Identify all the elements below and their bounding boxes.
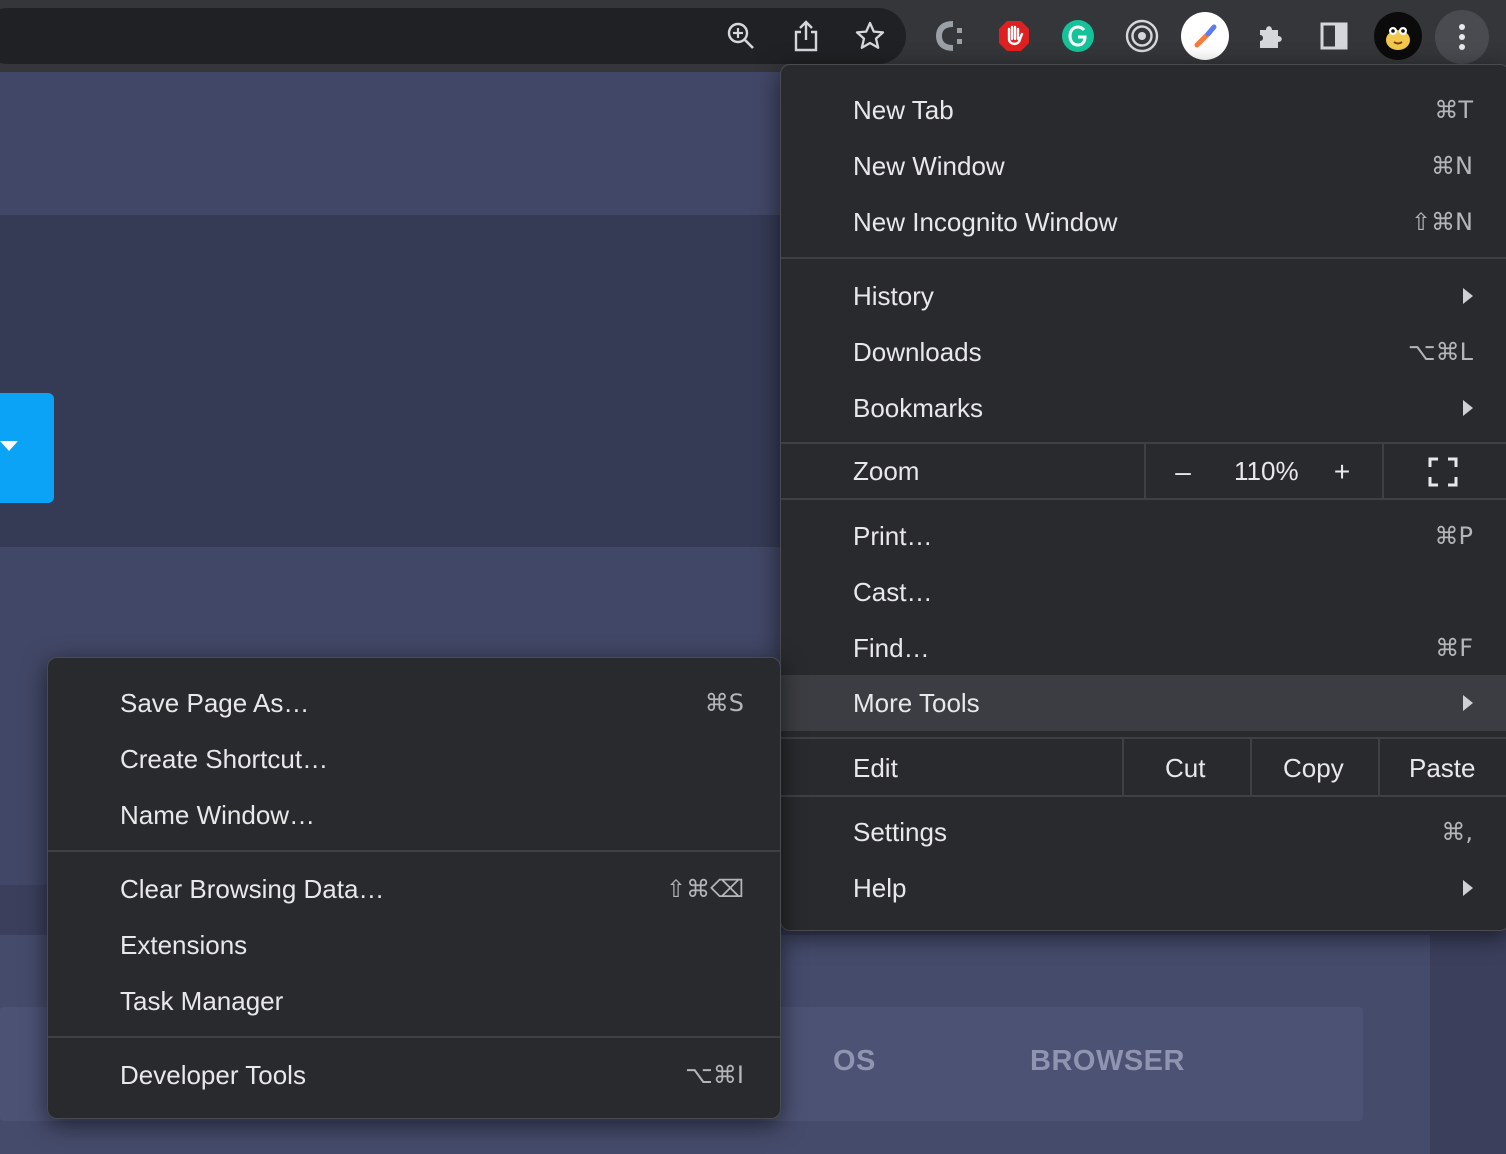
menu-item-label: Settings bbox=[853, 816, 947, 847]
menu-item-label: Name Window… bbox=[120, 799, 316, 830]
chevron-right-icon bbox=[1463, 400, 1473, 416]
menu-item-cast[interactable]: Cast… bbox=[781, 564, 1506, 620]
menu-item-new-incognito-window[interactable]: New Incognito Window ⇧⌘N bbox=[781, 194, 1506, 250]
menu-item-find[interactable]: Find… ⌘F bbox=[781, 620, 1506, 676]
menu-item-label: Help bbox=[853, 872, 907, 903]
zoom-row: Zoom – 110% + bbox=[781, 442, 1506, 500]
menu-item-create-shortcut[interactable]: Create Shortcut… bbox=[48, 731, 780, 787]
menu-item-extensions[interactable]: Extensions bbox=[48, 917, 780, 973]
menu-separator bbox=[48, 850, 780, 852]
page-header-panel bbox=[0, 72, 780, 215]
menu-item-label: Bookmarks bbox=[853, 392, 984, 423]
cut-button[interactable]: Cut bbox=[1165, 753, 1205, 784]
shortcut-label: ⌥⌘I bbox=[685, 1061, 744, 1089]
edit-label: Edit bbox=[853, 753, 898, 783]
menu-item-task-manager[interactable]: Task Manager bbox=[48, 973, 780, 1029]
menu-item-label: Save Page As… bbox=[120, 687, 310, 718]
browser-toolbar bbox=[0, 0, 1506, 72]
paste-button[interactable]: Paste bbox=[1409, 753, 1476, 784]
menu-separator bbox=[48, 1036, 780, 1038]
shortcut-label: ⌘T bbox=[1434, 96, 1473, 124]
color-picker-extension-icon[interactable] bbox=[1181, 12, 1229, 60]
kebab-menu-icon[interactable] bbox=[1435, 10, 1489, 64]
menu-item-more-tools[interactable]: More Tools bbox=[781, 675, 1506, 731]
menu-item-help[interactable]: Help bbox=[781, 860, 1506, 916]
shortcut-label: ⌘F bbox=[1435, 634, 1473, 662]
shortcut-label: ⌘P bbox=[1434, 522, 1473, 550]
zoom-in-icon[interactable] bbox=[719, 14, 763, 58]
menu-item-label: Find… bbox=[853, 632, 930, 663]
zoom-divider bbox=[1382, 444, 1384, 498]
menu-item-developer-tools[interactable]: Developer Tools ⌥⌘I bbox=[48, 1047, 780, 1103]
copy-button[interactable]: Copy bbox=[1283, 753, 1344, 784]
menu-item-label: Print… bbox=[853, 520, 933, 551]
zoom-label: Zoom bbox=[853, 456, 920, 486]
chrome-main-menu: New Tab ⌘T New Window ⌘N New Incognito Win… bbox=[780, 64, 1506, 931]
extensions-puzzle-icon[interactable] bbox=[1248, 14, 1292, 58]
more-tools-submenu: Save Page As… ⌘S Create Shortcut… Name Wi… bbox=[47, 657, 781, 1119]
menu-item-label: Clear Browsing Data… bbox=[120, 873, 385, 904]
copyleaks-extension-icon[interactable] bbox=[928, 14, 972, 58]
zoom-level-value: 110% bbox=[1234, 456, 1299, 486]
menu-item-save-page-as[interactable]: Save Page As… ⌘S bbox=[48, 675, 780, 731]
shortcut-label: ⌘, bbox=[1441, 818, 1473, 846]
menu-item-name-window[interactable]: Name Window… bbox=[48, 787, 780, 843]
edit-divider bbox=[1250, 739, 1252, 795]
edit-divider bbox=[1122, 739, 1124, 795]
shortcut-label: ⌥⌘L bbox=[1407, 338, 1473, 366]
fullscreen-icon[interactable] bbox=[1427, 456, 1459, 488]
menu-item-label: New Incognito Window bbox=[853, 206, 1118, 237]
profile-avatar-icon[interactable] bbox=[1374, 12, 1422, 60]
bookmark-star-icon[interactable] bbox=[848, 14, 892, 58]
edit-row: Edit Cut Copy Paste bbox=[781, 737, 1506, 797]
menu-item-label: New Window bbox=[853, 150, 1005, 181]
menu-item-bookmarks[interactable]: Bookmarks bbox=[781, 380, 1506, 436]
menu-item-label: History bbox=[853, 280, 934, 311]
side-panel-icon[interactable] bbox=[1312, 14, 1356, 58]
shortcut-label: ⌘S bbox=[704, 689, 744, 717]
edit-divider bbox=[1378, 739, 1380, 795]
menu-item-label: More Tools bbox=[853, 687, 980, 718]
zoom-divider bbox=[1144, 444, 1146, 498]
tab-os[interactable]: OS bbox=[833, 1045, 876, 1078]
zoom-in-button[interactable]: + bbox=[1322, 452, 1362, 492]
menu-separator bbox=[781, 257, 1506, 259]
menu-item-label: Task Manager bbox=[120, 985, 284, 1016]
menu-item-label: Cast… bbox=[853, 576, 933, 607]
chevron-right-icon bbox=[1463, 695, 1473, 711]
grammarly-extension-icon[interactable] bbox=[1056, 14, 1100, 58]
menu-item-settings[interactable]: Settings ⌘, bbox=[781, 804, 1506, 860]
adblock-extension-icon[interactable] bbox=[992, 14, 1036, 58]
tab-browser[interactable]: BROWSER bbox=[1030, 1045, 1185, 1078]
shortcut-label: ⇧⌘⌫ bbox=[665, 875, 744, 903]
menu-item-label: Developer Tools bbox=[120, 1059, 306, 1090]
menu-item-history[interactable]: History bbox=[781, 268, 1506, 324]
shortcut-label: ⌘N bbox=[1431, 152, 1473, 180]
chevron-right-icon bbox=[1463, 880, 1473, 896]
menu-item-label: New Tab bbox=[853, 94, 954, 125]
menu-item-label: Downloads bbox=[853, 336, 982, 367]
zoom-out-button[interactable]: – bbox=[1163, 452, 1203, 492]
menu-item-new-tab[interactable]: New Tab ⌘T bbox=[781, 82, 1506, 138]
menu-item-print[interactable]: Print… ⌘P bbox=[781, 508, 1506, 564]
caret-down-icon bbox=[0, 441, 18, 451]
chevron-right-icon bbox=[1463, 288, 1473, 304]
share-icon[interactable] bbox=[784, 14, 828, 58]
menu-item-label: Extensions bbox=[120, 929, 248, 960]
address-bar[interactable] bbox=[0, 8, 906, 64]
menu-item-clear-browsing-data[interactable]: Clear Browsing Data… ⇧⌘⌫ bbox=[48, 861, 780, 917]
menu-item-label: Create Shortcut… bbox=[120, 743, 329, 774]
shortcut-label: ⇧⌘N bbox=[1410, 208, 1473, 236]
page-content-panel bbox=[0, 215, 780, 547]
menu-item-downloads[interactable]: Downloads ⌥⌘L bbox=[781, 324, 1506, 380]
target-extension-icon[interactable] bbox=[1120, 14, 1164, 58]
menu-item-new-window[interactable]: New Window ⌘N bbox=[781, 138, 1506, 194]
